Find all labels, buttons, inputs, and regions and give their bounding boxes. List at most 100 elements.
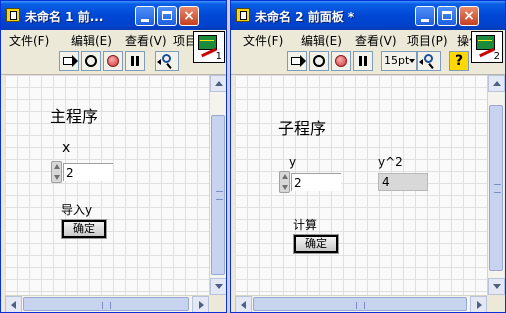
scroll-up-button[interactable]: [210, 75, 226, 92]
vertical-scroll-thumb[interactable]: [489, 105, 503, 271]
run-continuously-icon: [85, 55, 97, 67]
run-continuously-icon: [313, 55, 325, 67]
abort-button[interactable]: [103, 51, 123, 71]
y-control-label: y: [289, 155, 297, 169]
run-continuously-button[interactable]: [309, 51, 329, 71]
maximize-icon: [442, 11, 452, 20]
panel-heading: 子程序: [278, 119, 327, 138]
menu-edit[interactable]: 编辑(E): [301, 32, 342, 49]
stop-icon: [335, 55, 347, 67]
scroll-left-button[interactable]: [235, 296, 252, 312]
stop-icon: [107, 55, 119, 67]
button-caption: 计算: [293, 218, 318, 232]
scroll-right-icon: [199, 301, 204, 309]
zoom-icon: [424, 54, 433, 63]
x-value[interactable]: 2: [63, 163, 113, 181]
close-button[interactable]: ×: [459, 6, 479, 26]
front-panel: 主程序 x 2 导入y 确定: [5, 75, 209, 295]
zoom-button[interactable]: [417, 51, 441, 71]
x-numeric-control[interactable]: 2: [51, 161, 113, 183]
minimize-icon: [421, 19, 429, 22]
vertical-scrollbar[interactable]: [209, 75, 226, 295]
maximize-button[interactable]: [157, 6, 177, 26]
zoom-arrow-icon: [157, 59, 161, 65]
grip-icon: [102, 302, 111, 309]
y-value[interactable]: 2: [291, 173, 341, 191]
run-button[interactable]: [287, 51, 307, 71]
title-bar[interactable]: 未命名 2 前面板 * ×: [231, 1, 505, 30]
scroll-down-button[interactable]: [210, 278, 226, 295]
close-button[interactable]: ×: [179, 6, 199, 26]
run-arrow-icon: [291, 55, 306, 67]
decrement-icon: [54, 175, 60, 180]
minimize-button[interactable]: [135, 6, 155, 26]
close-icon: ×: [463, 8, 475, 24]
pause-button[interactable]: [125, 51, 145, 71]
title-bar[interactable]: 未命名 1 前... ×: [1, 1, 226, 30]
text-settings-dropdown[interactable]: 15pt: [381, 51, 417, 71]
menu-file[interactable]: 文件(F): [9, 32, 49, 49]
size-grip[interactable]: [487, 295, 504, 312]
pause-icon: [359, 56, 362, 66]
minimize-button[interactable]: [415, 6, 435, 26]
horizontal-scroll-thumb[interactable]: [23, 297, 189, 311]
scroll-left-button[interactable]: [5, 296, 22, 312]
menu-edit[interactable]: 编辑(E): [71, 32, 112, 49]
vertical-scrollbar[interactable]: [487, 75, 505, 295]
y-numeric-control[interactable]: 2: [279, 171, 341, 193]
zoom-icon: [162, 54, 171, 63]
window-sub-vi: 未命名 2 前面板 * × 文件(F) 编辑(E) 查看(V) 项目(P) 操作…: [230, 0, 506, 313]
labview-window-icon: [236, 8, 250, 22]
ok-button[interactable]: 确定: [61, 219, 107, 239]
horizontal-scroll-thumb[interactable]: [253, 297, 467, 311]
run-continuously-button[interactable]: [81, 51, 101, 71]
ok-button[interactable]: 确定: [293, 234, 339, 254]
abort-button[interactable]: [331, 51, 351, 71]
run-button[interactable]: [59, 51, 79, 71]
vi-icon[interactable]: 2: [471, 31, 503, 63]
button-caption: 导入y: [61, 203, 93, 217]
grip-icon: [216, 191, 223, 200]
scroll-left-icon: [11, 301, 16, 309]
minimize-icon: [141, 19, 149, 22]
help-icon: ?: [450, 52, 468, 70]
toolbar: 15pt ?: [231, 48, 505, 75]
maximize-button[interactable]: [437, 6, 457, 26]
menu-file[interactable]: 文件(F): [243, 32, 283, 49]
increment-icon: [282, 174, 288, 179]
window-title: 未命名 1 前...: [25, 10, 104, 24]
window-main-vi: 未命名 1 前... × 文件(F) 编辑(E) 查看(V) 项目 1 主程序 …: [0, 0, 227, 313]
scroll-up-icon: [215, 81, 223, 86]
grip-icon: [356, 302, 365, 309]
menu-view[interactable]: 查看(V): [125, 32, 167, 49]
increment-icon: [54, 164, 60, 169]
decrement-icon: [282, 185, 288, 190]
horizontal-scrollbar[interactable]: [5, 295, 209, 312]
font-size-value: 15pt: [384, 54, 410, 67]
close-icon: ×: [183, 8, 195, 24]
scroll-down-icon: [493, 284, 501, 289]
vi-icon-number: 1: [215, 51, 222, 62]
labview-window-icon: [6, 8, 20, 22]
y-squared-indicator-label: y^2: [378, 155, 403, 169]
increment-decrement-arrows[interactable]: [51, 161, 62, 183]
scroll-up-icon: [493, 81, 501, 86]
vertical-scroll-thumb[interactable]: [211, 115, 225, 275]
menu-project[interactable]: 项目(P): [407, 32, 448, 49]
horizontal-scrollbar[interactable]: [235, 295, 487, 312]
scroll-down-button[interactable]: [488, 278, 505, 295]
scroll-right-button[interactable]: [192, 296, 209, 312]
menu-view[interactable]: 查看(V): [355, 32, 397, 49]
increment-decrement-arrows[interactable]: [279, 171, 290, 193]
vi-icon[interactable]: 1: [193, 31, 225, 63]
y-squared-indicator: 4: [378, 173, 428, 191]
size-grip[interactable]: [209, 295, 226, 312]
zoom-button[interactable]: [155, 51, 179, 71]
run-arrow-icon: [63, 55, 78, 67]
scroll-up-button[interactable]: [488, 75, 505, 92]
pause-icon: [131, 56, 134, 66]
pause-button[interactable]: [353, 51, 373, 71]
panel-heading: 主程序: [50, 107, 99, 126]
scroll-right-button[interactable]: [470, 296, 487, 312]
help-button[interactable]: ?: [449, 51, 469, 71]
